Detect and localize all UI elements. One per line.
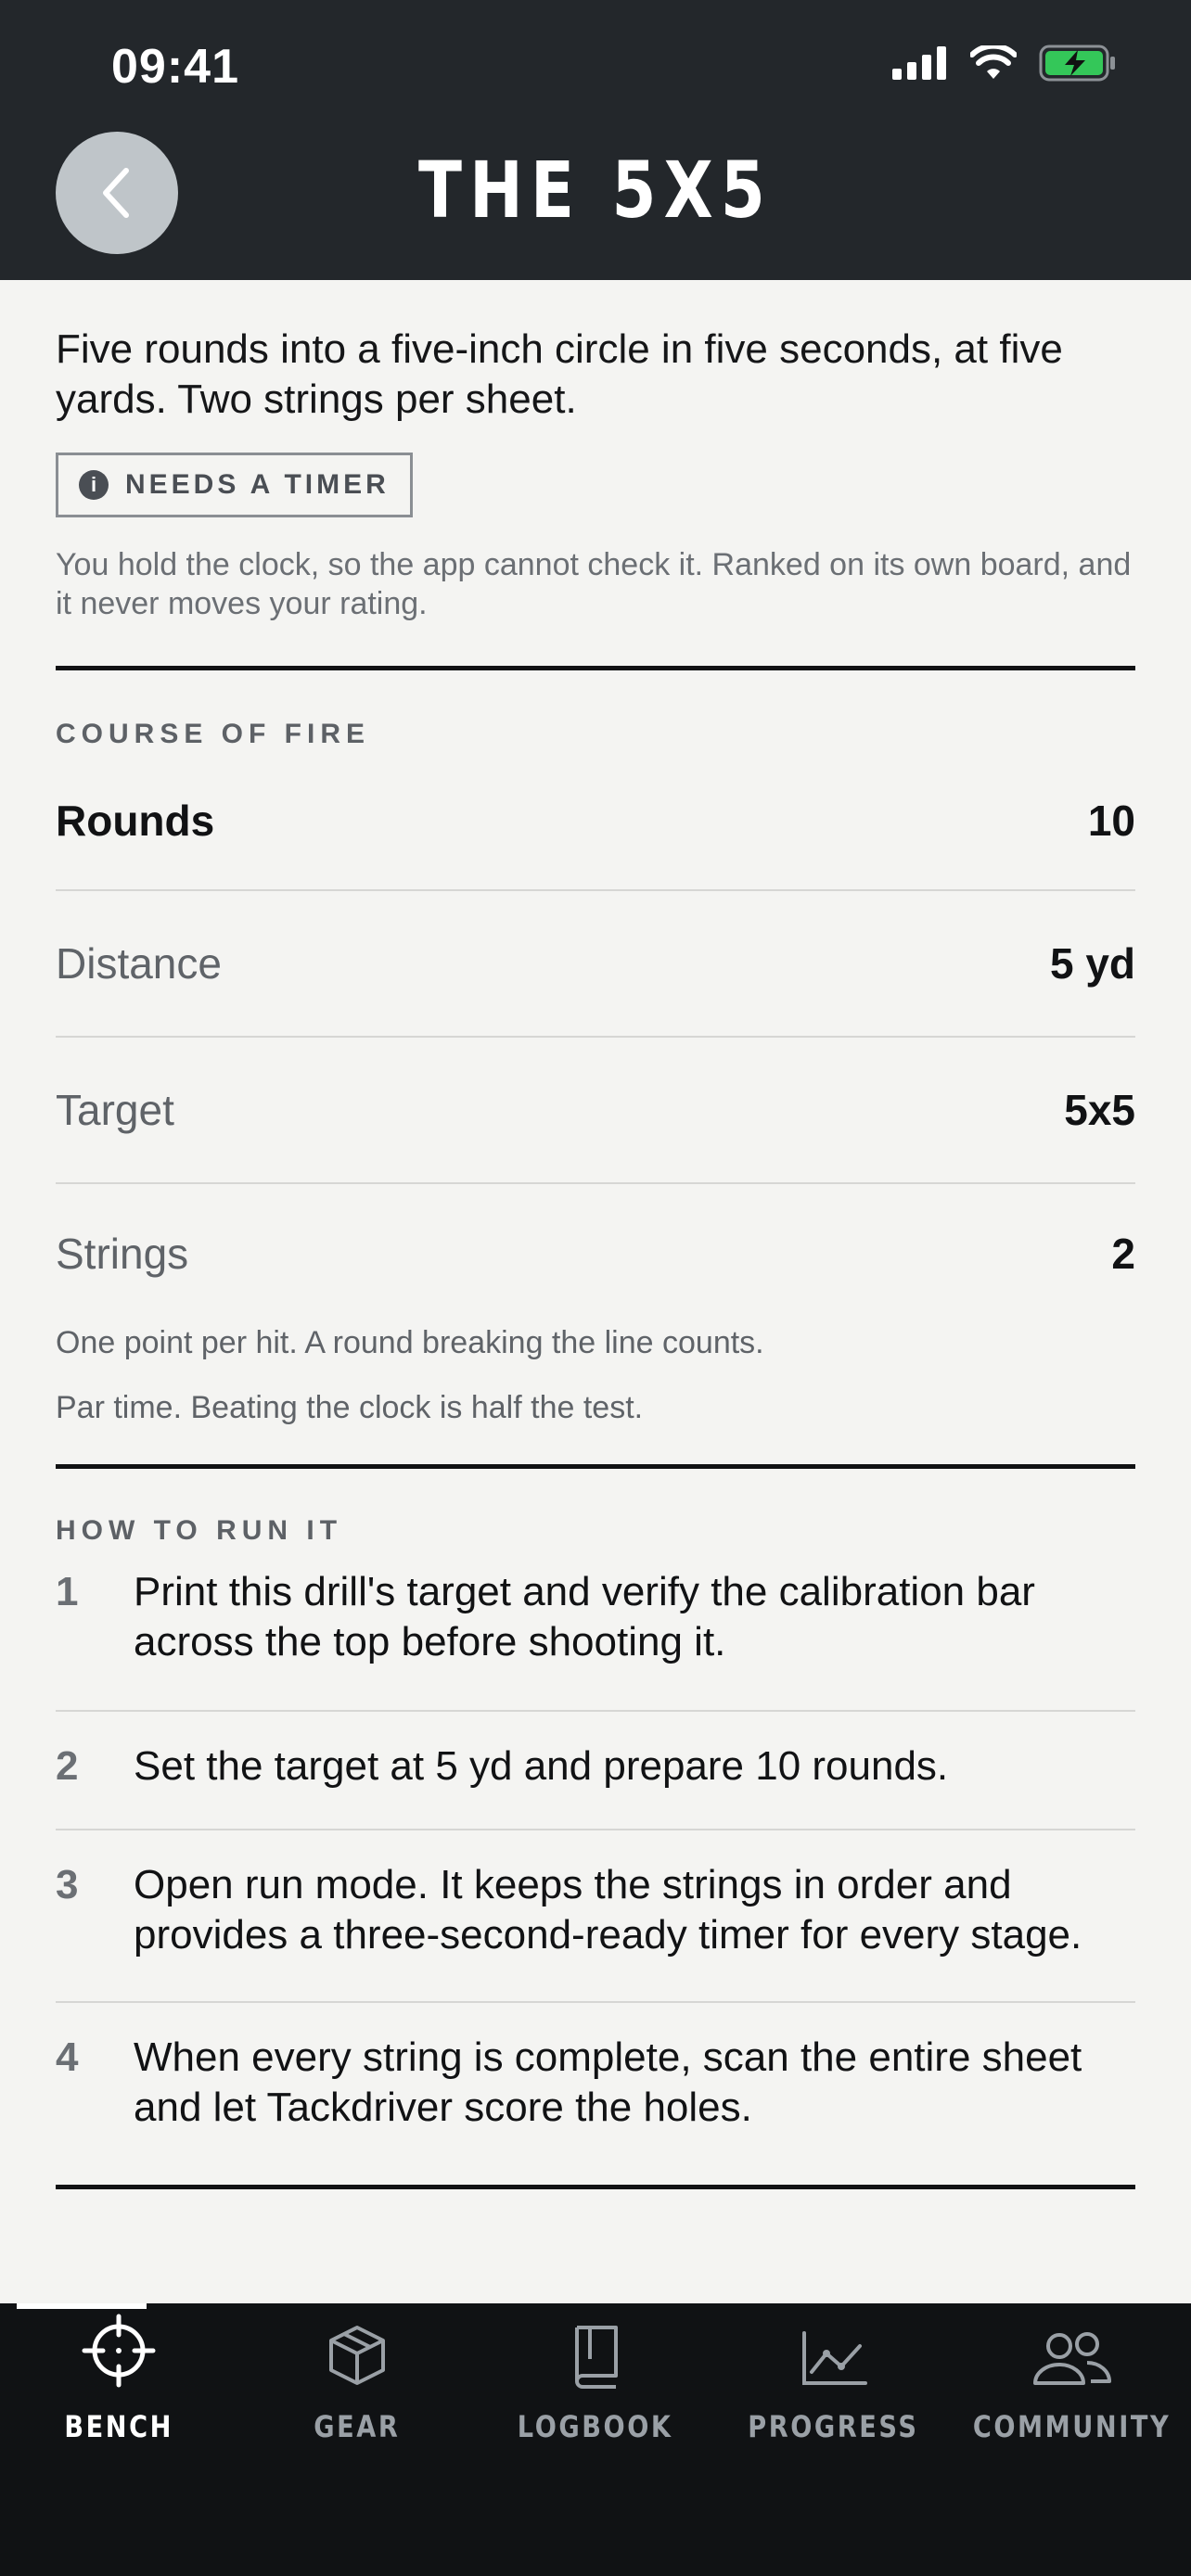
scoring-note: One point per hit. A round breaking the … xyxy=(56,1325,764,1360)
page-title: THE 5X5 xyxy=(417,145,774,236)
step-text: Set the target at 5 yd and prepare 10 ro… xyxy=(134,1743,949,1789)
course-row-target: Target 5x5 xyxy=(56,1038,1135,1184)
section-label: COURSE OF FIRE xyxy=(56,719,371,749)
cellular-signal-icon xyxy=(892,46,946,80)
crosshair-icon xyxy=(82,2314,156,2388)
list-item: 1 Print this drill's target and verify t… xyxy=(56,1567,1135,1712)
step-number: 2 xyxy=(56,1743,79,1789)
par-time-note: Par time. Beating the clock is half the … xyxy=(56,1390,644,1425)
tab-bar: BENCH GEAR LOGBOOK PROGRESS COMMUNITY xyxy=(0,2303,1191,2576)
wifi-icon xyxy=(970,45,1017,79)
step-number: 1 xyxy=(56,1569,79,1614)
tab-label: PROGRESS xyxy=(748,2409,919,2444)
row-label: Strings xyxy=(56,1230,189,1278)
info-icon: i xyxy=(79,470,109,500)
line-chart-icon xyxy=(801,2331,867,2385)
badge-label: NEEDS A TIMER xyxy=(125,469,390,500)
step-text: When every string is complete, scan the … xyxy=(134,2034,1082,2130)
how-to-run-section: HOW TO RUN IT 1 Print this drill's targe… xyxy=(56,1515,1135,2185)
list-item: 4 When every string is complete, scan th… xyxy=(56,2003,1135,2185)
row-label: Distance xyxy=(56,939,222,988)
tab-label: GEAR xyxy=(314,2409,401,2444)
tab-gear[interactable]: GEAR xyxy=(238,2303,477,2480)
tab-label: LOGBOOK xyxy=(518,2409,673,2444)
row-value: 2 xyxy=(1111,1230,1135,1278)
step-number: 3 xyxy=(56,1862,79,1907)
list-item: 2 Set the target at 5 yd and prepare 10 … xyxy=(56,1712,1135,1830)
course-row-rounds: Rounds 10 xyxy=(56,752,1135,891)
course-row-strings: Strings 2 xyxy=(56,1184,1135,1323)
section-divider xyxy=(56,2185,1135,2189)
tab-label: COMMUNITY xyxy=(972,2409,1172,2444)
status-time: 09:41 xyxy=(111,40,239,94)
course-of-fire-section: COURSE OF FIRE Rounds 10 Distance 5 yd T… xyxy=(56,719,1135,1427)
drill-description: Five rounds into a five-inch circle in f… xyxy=(56,326,1063,422)
step-text: Print this drill's target and verify the… xyxy=(134,1569,1035,1664)
step-text: Open run mode. It keeps the strings in o… xyxy=(134,1862,1082,1958)
step-number: 4 xyxy=(56,2034,79,2080)
row-value: 5x5 xyxy=(1064,1086,1135,1134)
tab-bench[interactable]: BENCH xyxy=(0,2303,238,2480)
list-item: 3 Open run mode. It keeps the strings in… xyxy=(56,1830,1135,2003)
row-label: Rounds xyxy=(56,797,215,845)
needs-timer-badge: i NEEDS A TIMER xyxy=(56,453,413,517)
steps-list: 1 Print this drill's target and verify t… xyxy=(56,1567,1135,2185)
row-value: 10 xyxy=(1087,797,1135,845)
book-icon xyxy=(574,2326,618,2389)
row-label: Target xyxy=(56,1086,174,1134)
row-value: 5 yd xyxy=(1049,939,1135,988)
battery-charging-icon xyxy=(1039,45,1115,82)
section-divider xyxy=(56,666,1135,670)
tab-logbook[interactable]: LOGBOOK xyxy=(477,2303,715,2480)
tab-label: BENCH xyxy=(64,2409,174,2444)
timer-note: You hold the clock, so the app cannot ch… xyxy=(56,547,1132,621)
app-header: 09:41 THE 5X5 xyxy=(0,0,1191,280)
course-row-distance: Distance 5 yd xyxy=(56,891,1135,1038)
users-icon xyxy=(1032,2332,1111,2385)
status-icons xyxy=(892,45,1117,82)
active-tab-indicator xyxy=(17,2303,147,2309)
box-icon xyxy=(329,2326,386,2385)
tab-community[interactable]: COMMUNITY xyxy=(953,2303,1191,2480)
section-divider xyxy=(56,1464,1135,1469)
tab-progress[interactable]: PROGRESS xyxy=(714,2303,953,2480)
drill-detail: Five rounds into a five-inch circle in f… xyxy=(56,280,1135,2189)
section-label: HOW TO RUN IT xyxy=(56,1515,343,1546)
